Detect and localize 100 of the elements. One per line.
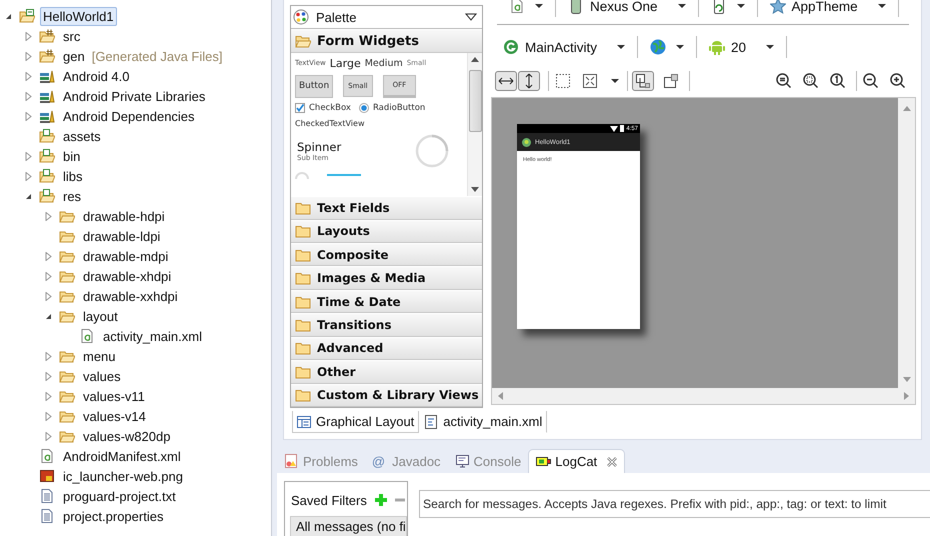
tree-item[interactable]: bin <box>60 146 84 166</box>
activity-dropdown[interactable]: MainActivity <box>491 36 638 58</box>
tree-item[interactable]: drawable-ldpi <box>80 226 164 246</box>
tree-item[interactable]: activity_main.xml <box>100 326 205 346</box>
folder-icon <box>295 223 311 240</box>
fit-screen-button[interactable] <box>580 71 600 91</box>
palette-category[interactable]: Custom & Library Views <box>291 384 482 408</box>
collapsed-arrow-icon[interactable] <box>45 392 52 400</box>
layout-mode-button[interactable] <box>632 71 654 91</box>
tree-item[interactable]: assets <box>60 126 104 146</box>
tree-item[interactable]: drawable-hdpi <box>80 206 168 226</box>
scrollbar[interactable] <box>492 388 915 404</box>
collapsed-arrow-icon[interactable] <box>45 212 52 220</box>
tree-item[interactable]: AndroidManifest.xml <box>60 446 184 466</box>
clip-mode-button[interactable] <box>661 71 681 91</box>
scroll-left-icon[interactable] <box>498 392 503 400</box>
zoom-to-fit-button[interactable] <box>774 71 794 91</box>
tree-item[interactable]: values-v14 <box>80 406 149 426</box>
tree-item[interactable]: libs <box>60 166 86 186</box>
tree-item[interactable]: drawable-xxhdpi <box>80 286 181 306</box>
button-widget[interactable]: Button <box>295 74 334 98</box>
checkbox-label[interactable]: CheckBox <box>309 102 351 113</box>
collapsed-arrow-icon[interactable] <box>25 32 32 40</box>
collapsed-arrow-icon[interactable] <box>25 52 32 60</box>
palette-category[interactable]: Other <box>291 360 482 384</box>
palette-category[interactable]: Form Widgets <box>291 29 482 53</box>
scroll-down-icon[interactable] <box>471 187 479 192</box>
medium-text-widget[interactable]: Medium <box>364 58 403 69</box>
tree-item[interactable]: HelloWorld1 <box>40 6 117 26</box>
collapsed-arrow-icon[interactable] <box>25 152 32 160</box>
tree-item[interactable]: values-w820dp <box>80 426 174 446</box>
zoom-actual-button[interactable] <box>828 71 848 91</box>
caret-icon[interactable] <box>611 79 619 83</box>
collapsed-arrow-icon[interactable] <box>25 172 32 180</box>
tree-item[interactable]: values-v11 <box>80 386 148 406</box>
expanded-arrow-icon[interactable] <box>5 12 12 20</box>
tree-item[interactable]: Android Private Libraries <box>60 86 208 106</box>
zoom-real-size-button[interactable] <box>801 71 821 91</box>
filter-item[interactable]: All messages (no fi <box>290 516 407 536</box>
scroll-up-icon[interactable] <box>471 56 479 62</box>
collapsed-arrow-icon[interactable] <box>45 412 52 420</box>
tree-item[interactable]: ic_launcher-web.png <box>60 466 186 486</box>
collapsed-arrow-icon[interactable] <box>25 72 32 80</box>
checkbox-icon[interactable] <box>295 102 305 113</box>
emulate-size-button[interactable] <box>553 71 573 91</box>
zoom-in-button[interactable] <box>888 71 908 91</box>
seek-bar-widget[interactable] <box>327 174 361 176</box>
tree-item[interactable]: Android 4.0 <box>60 66 132 86</box>
tree-item[interactable]: proguard-project.txt <box>60 486 179 506</box>
tree-item[interactable]: project.properties <box>60 506 166 526</box>
folder-icon <box>295 387 311 404</box>
palette-category[interactable]: Text Fields <box>291 196 482 220</box>
tree-item[interactable]: drawable-mdpi <box>80 246 172 266</box>
palette-category[interactable]: Transitions <box>291 313 482 337</box>
collapsed-arrow-icon[interactable] <box>25 92 32 100</box>
palette-category[interactable]: Time & Date <box>291 290 482 314</box>
radio-button-label[interactable]: RadioButton <box>372 102 426 113</box>
fill-height-button[interactable] <box>518 71 540 91</box>
expanded-arrow-icon[interactable] <box>25 192 32 200</box>
palette-category[interactable]: Composite <box>291 242 482 266</box>
tree-item[interactable]: Android Dependencies <box>60 106 198 126</box>
tree-item[interactable]: drawable-xhdpi <box>80 266 174 286</box>
tree-item[interactable]: src <box>60 26 84 46</box>
scroll-right-icon[interactable] <box>904 392 909 400</box>
fill-width-button[interactable] <box>495 71 517 91</box>
dropdown-arrow-icon[interactable] <box>465 13 477 22</box>
spinner-widget[interactable]: Spinner <box>297 140 342 154</box>
text-file-icon <box>39 508 55 524</box>
tree-item[interactable]: values <box>80 366 124 386</box>
expanded-arrow-icon[interactable] <box>45 312 52 320</box>
view-tab[interactable]: LogCat <box>528 449 626 473</box>
collapsed-arrow-icon[interactable] <box>45 372 52 380</box>
tree-item[interactable]: gen <box>60 46 88 66</box>
editor-tab[interactable]: Graphical Layout <box>292 411 420 433</box>
collapsed-arrow-icon[interactable] <box>45 432 52 440</box>
logcat-icon <box>536 454 552 469</box>
collapsed-arrow-icon[interactable] <box>45 252 52 260</box>
scrollbar-thumb[interactable] <box>468 70 482 132</box>
collapsed-arrow-icon[interactable] <box>45 292 52 300</box>
palette-category[interactable]: Layouts <box>291 220 482 243</box>
zoom-out-button[interactable] <box>861 71 881 91</box>
progress-circle-icon[interactable] <box>415 134 449 168</box>
palette-category[interactable]: Images & Media <box>291 266 482 290</box>
palette-category[interactable]: Advanced <box>291 336 482 360</box>
device-dropdown[interactable]: Nexus One <box>556 0 699 17</box>
collapsed-arrow-icon[interactable] <box>45 272 52 280</box>
api-level-dropdown[interactable]: 20 <box>697 36 788 58</box>
tree-item[interactable]: layout <box>80 306 121 326</box>
scrollbar[interactable] <box>467 52 482 196</box>
collapsed-arrow-icon[interactable] <box>25 112 32 120</box>
radio-button-icon[interactable] <box>358 102 369 113</box>
search-field[interactable]: Search for messages. Accepts Java regexes. Prefix with pid:, app:, tag: or text: to limit <box>419 490 930 518</box>
tree-item[interactable]: res <box>60 186 84 206</box>
tree-item[interactable]: menu <box>80 346 119 366</box>
checked-text-view-widget[interactable]: CheckedTextView <box>295 118 463 128</box>
theme-dropdown[interactable]: AppTheme <box>758 0 899 17</box>
add-icon[interactable] <box>374 494 387 506</box>
collapsed-arrow-icon[interactable] <box>45 352 52 360</box>
close-icon[interactable] <box>607 456 618 466</box>
large-text-widget[interactable]: Large <box>330 56 361 70</box>
